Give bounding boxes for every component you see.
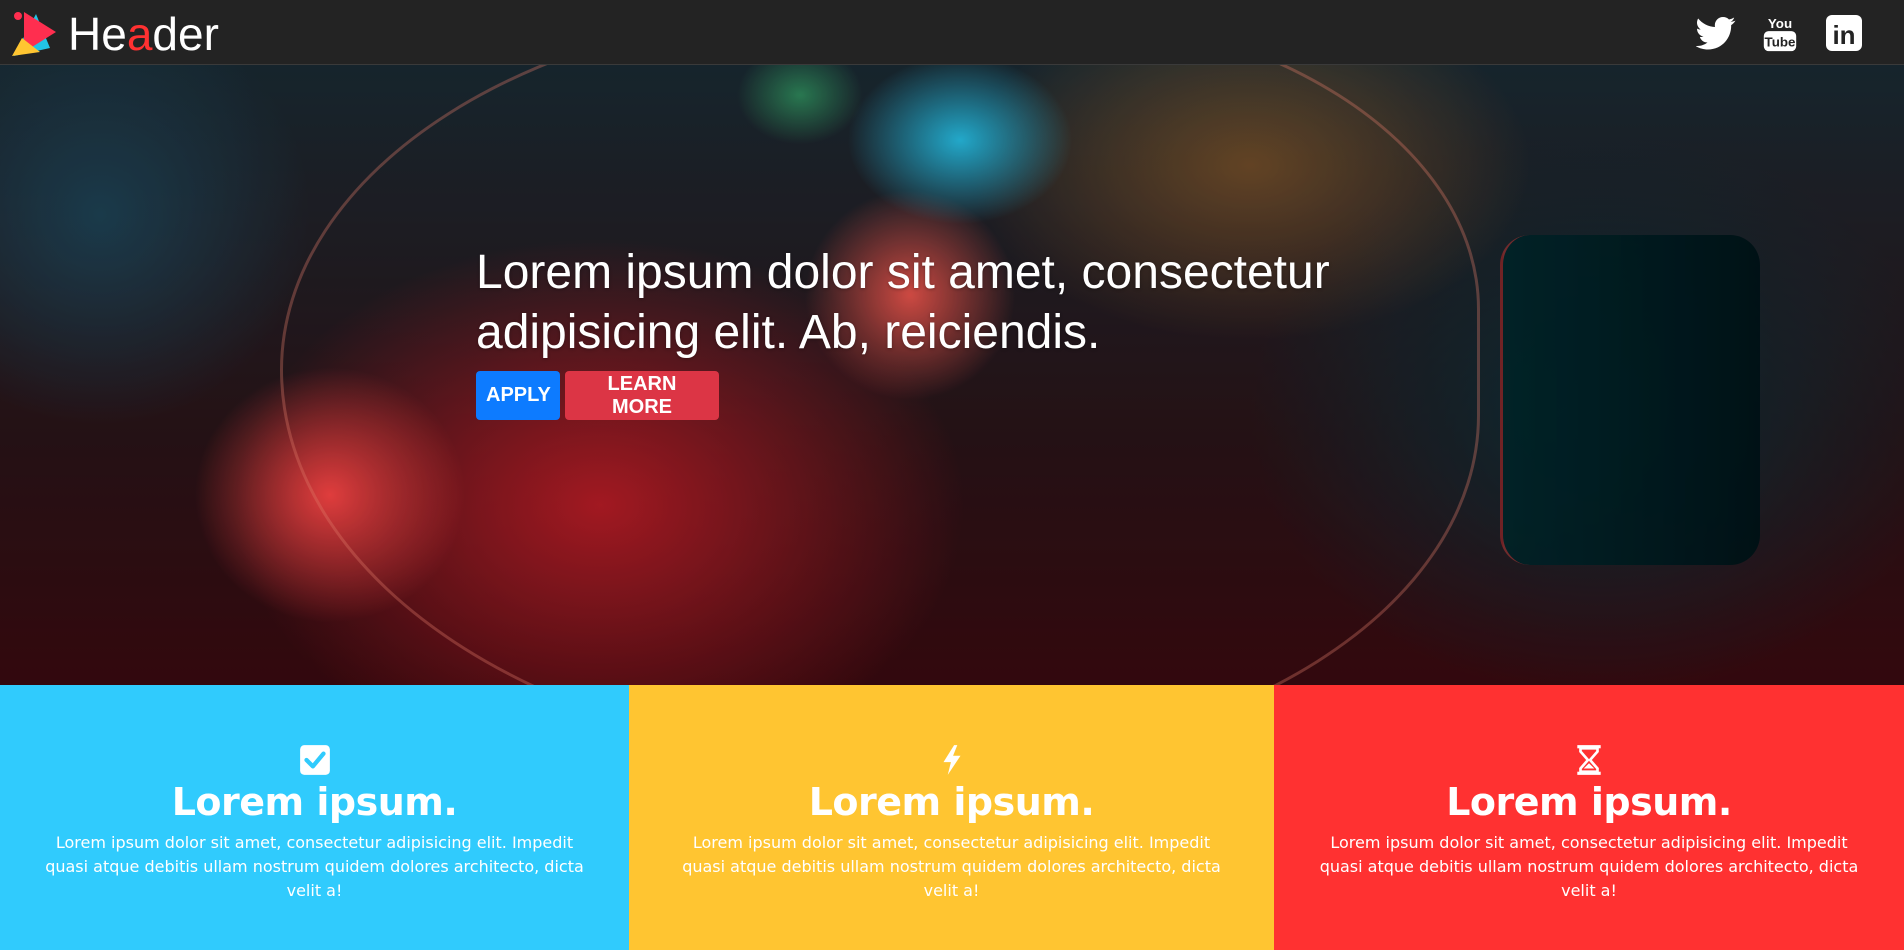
- hero-content: Lorem ipsum dolor sit amet, consectetur …: [476, 243, 1436, 420]
- feature-card-2: Lorem ipsum. Lorem ipsum dolor sit amet,…: [629, 685, 1274, 950]
- feature-title: Lorem ipsum.: [808, 780, 1095, 824]
- feature-title: Lorem ipsum.: [171, 780, 458, 824]
- youtube-icon-top-text: You: [1768, 16, 1792, 31]
- twitter-link[interactable]: [1696, 12, 1736, 54]
- feature-title: Lorem ipsum.: [1446, 780, 1732, 824]
- hero-section: Lorem ipsum dolor sit amet, consectetur …: [0, 65, 1904, 685]
- feature-text: Lorem ipsum dolor sit amet, consectetur …: [682, 833, 1221, 900]
- feature-card-3: Lorem ipsum. Lorem ipsum dolor sit amet,…: [1274, 685, 1904, 950]
- feature-text: Lorem ipsum dolor sit amet, consectetur …: [45, 833, 584, 900]
- brand-name-accent: a: [126, 8, 153, 60]
- twitter-icon: [1696, 17, 1736, 50]
- hero-buttons: APPLY LEARN MORE: [476, 371, 1436, 420]
- apply-button[interactable]: APPLY: [476, 371, 560, 420]
- brand-logo-link[interactable]: Header: [10, 8, 219, 60]
- feature-card-1: Lorem ipsum. Lorem ipsum dolor sit amet,…: [0, 685, 629, 950]
- lightning-icon: [932, 741, 972, 779]
- feature-text: Lorem ipsum dolor sit amet, consectetur …: [1319, 833, 1859, 900]
- site-header: Header You Tube in: [0, 0, 1904, 65]
- youtube-link[interactable]: You Tube: [1760, 12, 1800, 54]
- brand-name: Header: [68, 8, 219, 60]
- hero-title: Lorem ipsum dolor sit amet, consectetur …: [476, 246, 1330, 359]
- social-links: You Tube in: [1696, 12, 1864, 54]
- youtube-icon-bottom-text: Tube: [1765, 34, 1796, 49]
- brand-name-prefix: He: [68, 8, 127, 60]
- linkedin-link[interactable]: in: [1824, 12, 1864, 54]
- hourglass-icon: [1569, 741, 1609, 779]
- youtube-icon: You Tube: [1763, 16, 1797, 52]
- features-section: Lorem ipsum. Lorem ipsum dolor sit amet,…: [0, 685, 1904, 950]
- linkedin-icon-text: in: [1832, 20, 1855, 50]
- linkedin-icon: in: [1826, 15, 1862, 51]
- learn-more-button[interactable]: LEARN MORE: [565, 371, 719, 420]
- brand-logo-icon: [12, 12, 56, 56]
- brand-name-suffix: der: [152, 8, 219, 60]
- checkbox-icon: [295, 741, 335, 779]
